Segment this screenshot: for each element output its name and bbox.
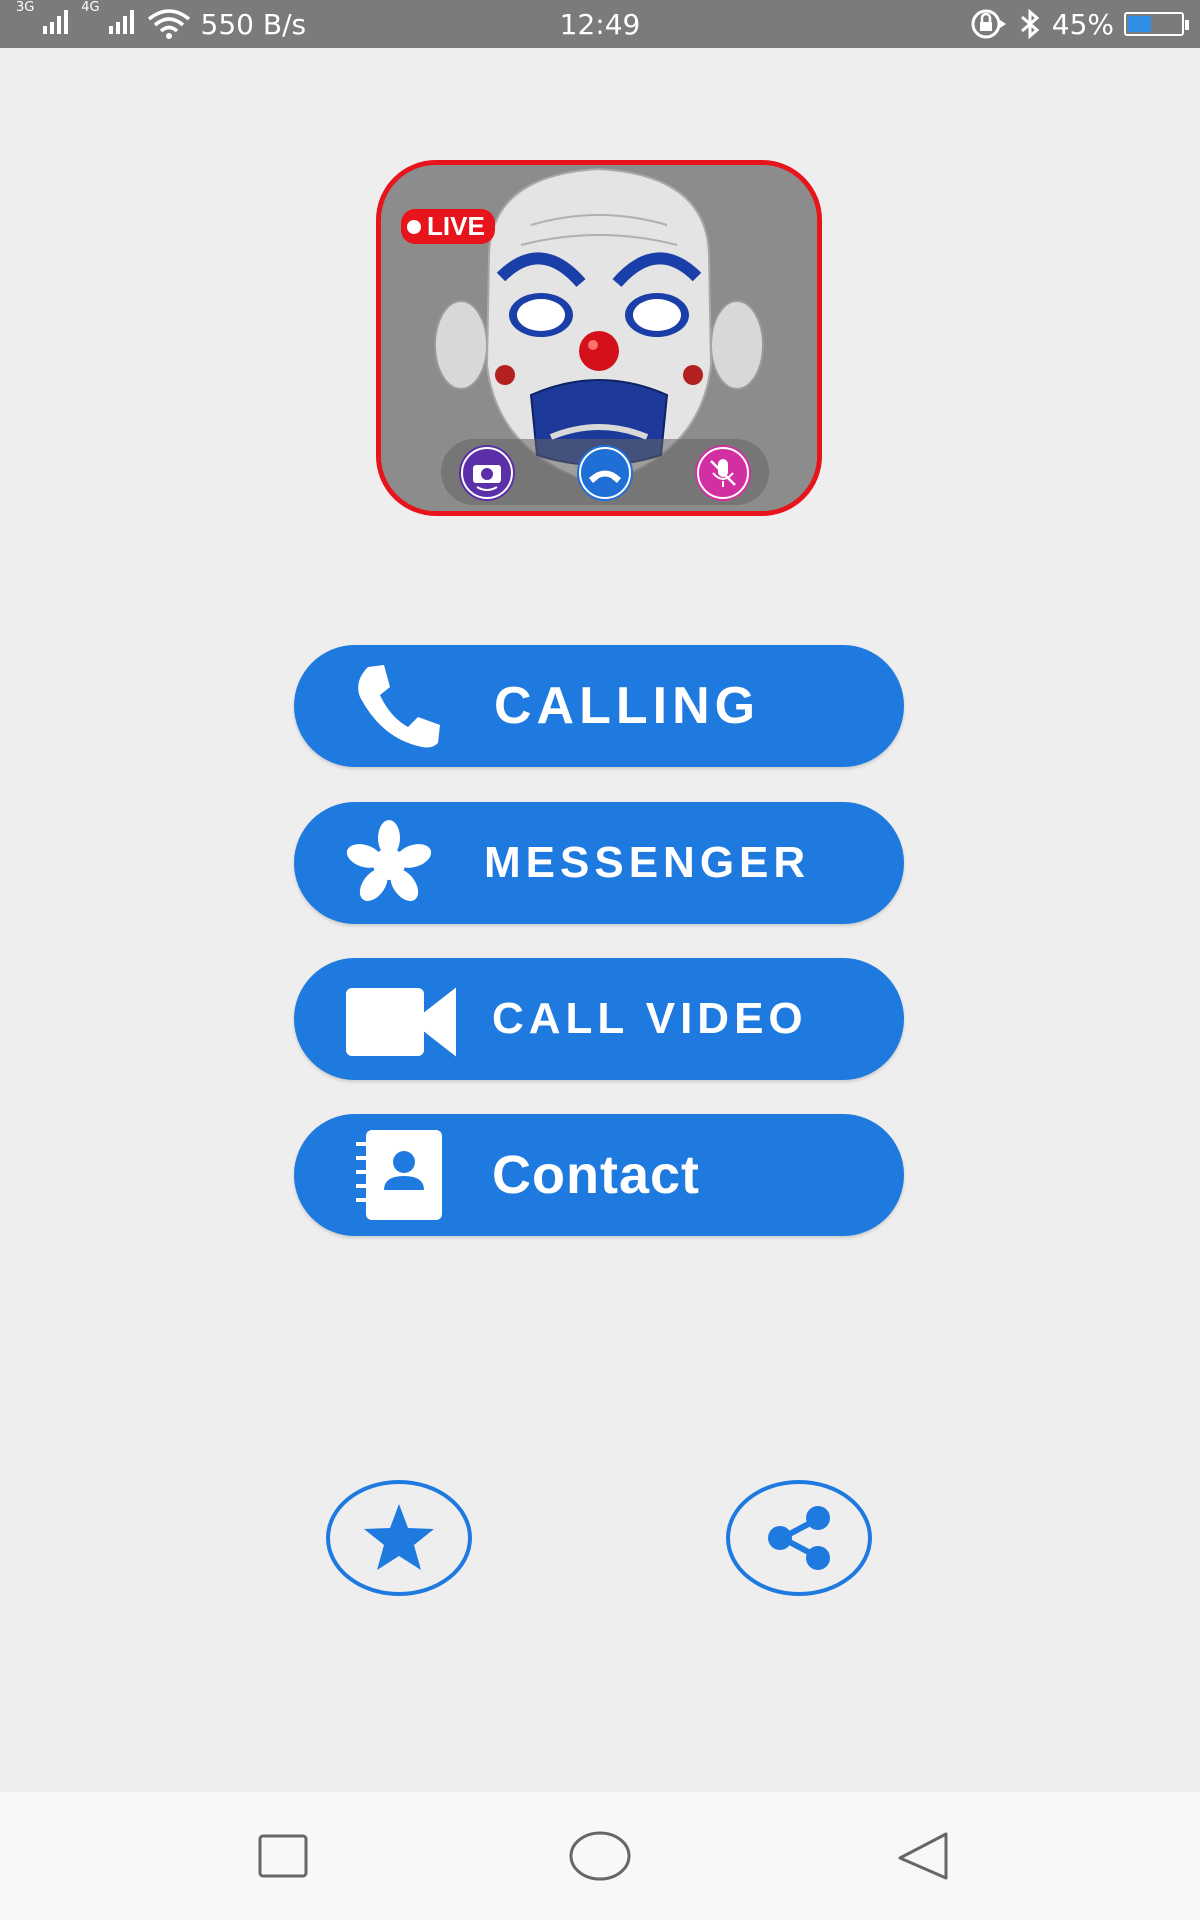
asterisk-flower-icon bbox=[346, 820, 432, 901]
network-type-2: 4G bbox=[81, 0, 100, 15]
network-type-1: 3G bbox=[16, 0, 35, 15]
messenger-button[interactable]: MESSENGER bbox=[294, 802, 904, 924]
battery-icon bbox=[1124, 12, 1189, 36]
video-camera-icon bbox=[346, 987, 456, 1057]
mute-mic-icon bbox=[695, 445, 751, 501]
share-button[interactable] bbox=[726, 1480, 872, 1596]
battery-level bbox=[1128, 16, 1151, 32]
contact-label: Contact bbox=[492, 1145, 700, 1205]
signal-3g: 3G bbox=[16, 0, 71, 41]
wifi-icon bbox=[147, 9, 190, 39]
call-video-button[interactable]: CALL VIDEO bbox=[294, 958, 904, 1080]
live-label: LIVE bbox=[427, 211, 485, 241]
live-dot-icon bbox=[407, 219, 421, 234]
call-video-label: CALL VIDEO bbox=[492, 994, 808, 1043]
navigation-bar bbox=[0, 1792, 1200, 1920]
calling-label: CALLING bbox=[494, 677, 761, 735]
triangle-back-icon[interactable] bbox=[896, 1830, 950, 1882]
hero-video-call-image: LIVE bbox=[376, 160, 822, 516]
square-icon[interactable] bbox=[258, 1834, 308, 1878]
signal-4g: 4G bbox=[81, 0, 136, 41]
switch-camera-icon bbox=[459, 445, 515, 501]
rotation-lock-icon bbox=[971, 9, 1006, 39]
share-icon bbox=[768, 1506, 830, 1570]
signal-bars-icon bbox=[108, 9, 134, 34]
status-left: 3G 4G 550 B/s bbox=[16, 0, 306, 48]
status-bar: 3G 4G 550 B/s 12:49 45% bbox=[0, 0, 1200, 48]
battery-percent: 45% bbox=[1051, 7, 1114, 41]
contact-button[interactable]: Contact bbox=[294, 1114, 904, 1236]
call-controls bbox=[441, 439, 769, 505]
end-call-icon bbox=[577, 445, 633, 501]
signal-bars-icon bbox=[43, 9, 69, 34]
rate-button[interactable] bbox=[326, 1480, 472, 1596]
battery-tip bbox=[1185, 20, 1189, 30]
messenger-label: MESSENGER bbox=[484, 838, 811, 887]
bluetooth-icon bbox=[1020, 8, 1040, 40]
live-badge: LIVE bbox=[401, 209, 495, 244]
network-speed: 550 B/s bbox=[200, 7, 307, 41]
calling-button[interactable]: CALLING bbox=[294, 645, 904, 767]
contact-book-icon bbox=[356, 1130, 442, 1220]
status-right: 45% bbox=[968, 0, 1189, 48]
phone-icon bbox=[358, 665, 440, 748]
star-icon bbox=[364, 1504, 434, 1570]
circle-icon[interactable] bbox=[568, 1830, 632, 1882]
